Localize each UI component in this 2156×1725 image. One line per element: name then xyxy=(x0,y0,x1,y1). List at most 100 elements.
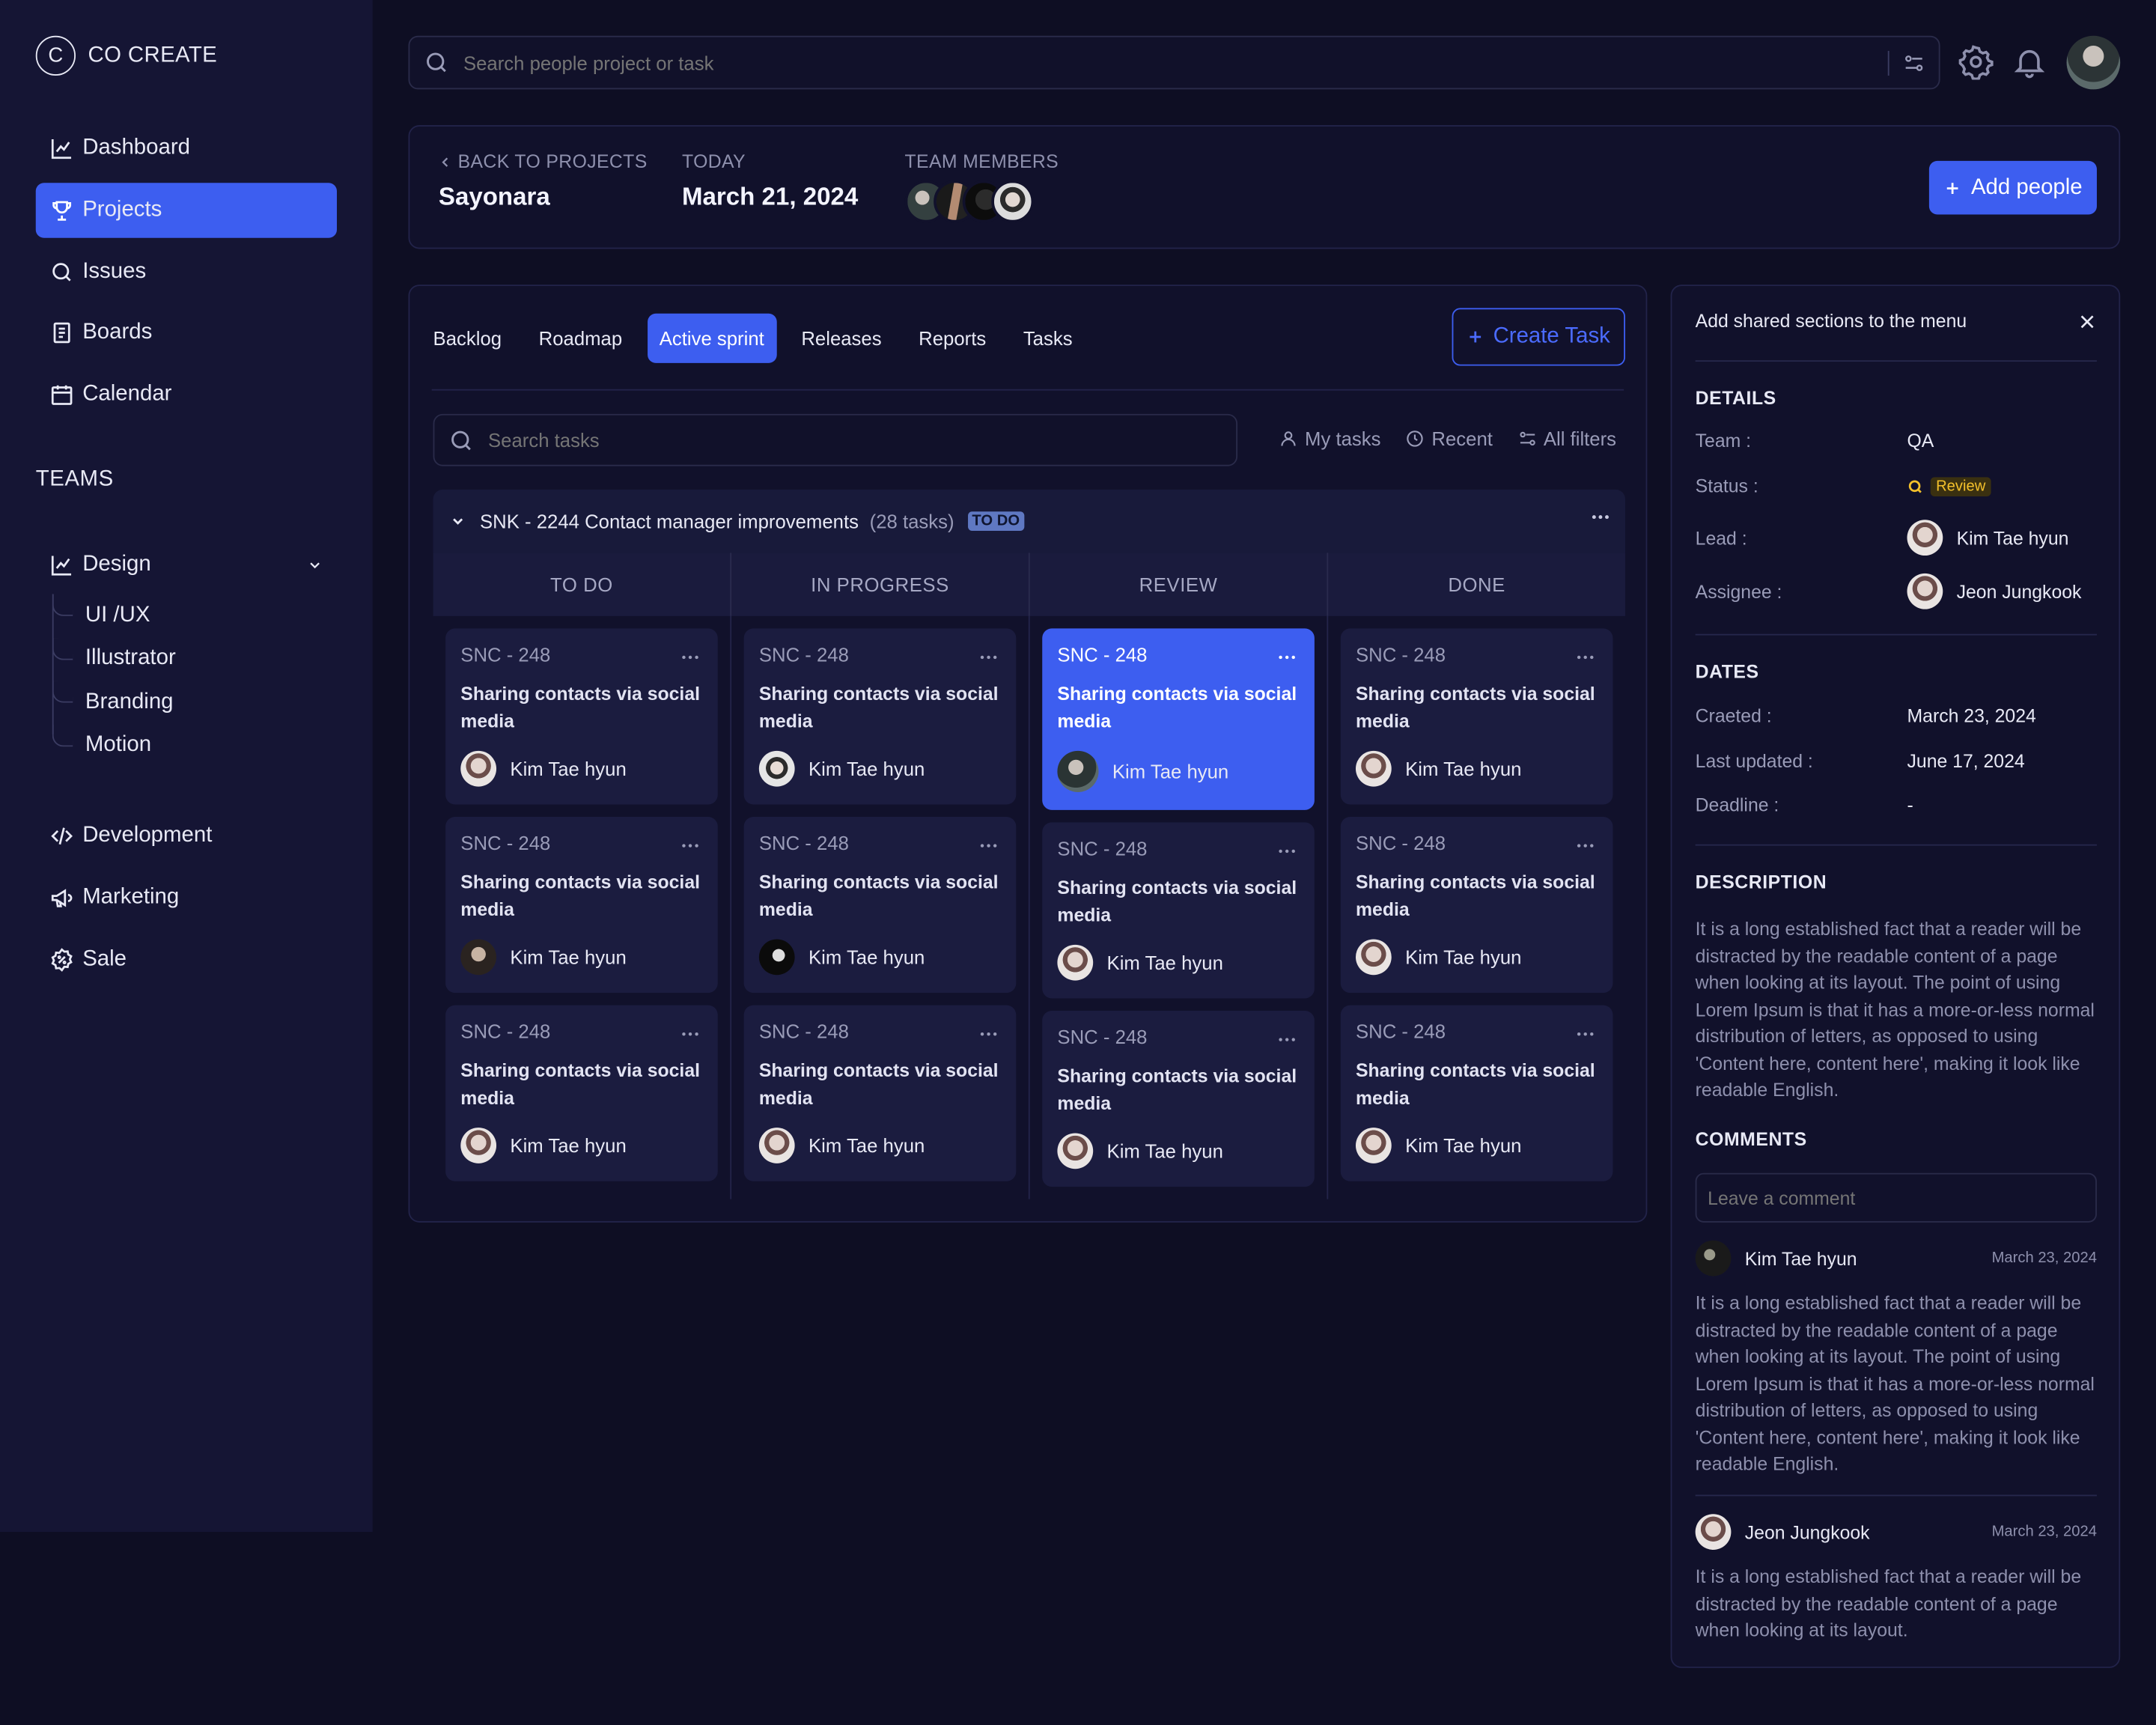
board-columns: SNC - 248 Sharing contacts via social me… xyxy=(433,615,1625,1199)
subteam-motion[interactable]: Motion xyxy=(52,724,327,767)
today-block: TODAY March 21, 2024 xyxy=(682,151,858,212)
user-avatar[interactable] xyxy=(2066,35,2121,90)
task-card-selected[interactable]: SNC - 248 Sharing contacts via social me… xyxy=(1042,628,1315,810)
filter-recent[interactable]: Recent xyxy=(1406,428,1493,450)
back-to-projects-link[interactable]: BACK TO PROJECTS xyxy=(439,151,648,172)
team-design[interactable]: Design xyxy=(36,538,337,592)
more-horizontal-icon[interactable] xyxy=(679,646,701,668)
comment-field[interactable] xyxy=(1695,1172,2097,1223)
tab-active-sprint[interactable]: Active sprint xyxy=(647,313,777,363)
task-card[interactable]: SNC - 248 Sharing contacts via social me… xyxy=(1340,1005,1613,1181)
epic-group-header[interactable]: SNK - 2244 Contact manager improvements … xyxy=(433,489,1625,553)
task-card[interactable]: SNC - 248 Sharing contacts via social me… xyxy=(445,628,718,805)
create-task-button[interactable]: Create Task xyxy=(1452,308,1625,366)
search-icon xyxy=(427,52,446,73)
task-card[interactable]: SNC - 248 Sharing contacts via social me… xyxy=(1042,1010,1315,1187)
add-people-button[interactable]: Add people xyxy=(1928,160,2097,215)
more-horizontal-icon[interactable] xyxy=(1589,506,1611,528)
more-horizontal-icon[interactable] xyxy=(978,646,999,668)
filter-recent-label: Recent xyxy=(1431,428,1493,450)
task-title: Sharing contacts via social media xyxy=(1355,683,1595,731)
avatar[interactable] xyxy=(991,180,1035,223)
more-horizontal-icon[interactable] xyxy=(1276,1029,1297,1050)
task-search[interactable] xyxy=(433,413,1238,466)
team-design-row[interactable]: Design xyxy=(36,538,337,592)
nav-dashboard-label: Dashboard xyxy=(82,136,190,160)
team-sale-label: Sale xyxy=(82,946,127,970)
team-members-avatars[interactable] xyxy=(904,180,1059,223)
global-search[interactable] xyxy=(408,35,1940,90)
task-search-input[interactable] xyxy=(488,429,1204,451)
gear-icon[interactable] xyxy=(1958,44,1994,80)
assignee-label: Assignee : xyxy=(1695,581,1782,602)
task-card[interactable]: SNC - 248 Sharing contacts via social me… xyxy=(743,816,1017,994)
logo[interactable]: C CO CREATE xyxy=(35,35,217,76)
comment-date: March 23, 2024 xyxy=(1991,1524,2097,1541)
nav-dashboard[interactable]: Dashboard xyxy=(36,121,337,176)
nav-issues[interactable]: Issues xyxy=(36,244,337,299)
more-horizontal-icon[interactable] xyxy=(679,1023,701,1045)
created-row: Craeted : March 23, 2024 xyxy=(1696,705,2097,726)
tab-releases[interactable]: Releases xyxy=(789,314,894,363)
comment-input[interactable] xyxy=(1708,1187,2080,1208)
tab-roadmap[interactable]: Roadmap xyxy=(526,314,635,363)
task-card[interactable]: SNC - 248 Sharing contacts via social me… xyxy=(743,1005,1017,1181)
task-filters: My tasks Recent All filters xyxy=(1279,428,1616,450)
project-header: BACK TO PROJECTS Sayonara TODAY March 21… xyxy=(408,125,2121,249)
more-horizontal-icon[interactable] xyxy=(978,1023,999,1045)
more-horizontal-icon[interactable] xyxy=(1276,646,1297,668)
logo-mark: C xyxy=(35,35,76,76)
task-card[interactable]: SNC - 248 Sharing contacts via social me… xyxy=(1042,822,1315,999)
column-header-done: DONE xyxy=(1448,573,1505,596)
filter-settings-icon[interactable] xyxy=(1903,52,1925,74)
design-subteams: UI /UX Illustrator Branding Motion xyxy=(52,594,327,767)
assignee-name: Kim Tae hyun xyxy=(1405,946,1522,969)
task-card[interactable]: SNC - 248 Sharing contacts via social me… xyxy=(743,628,1017,805)
filter-settings-icon xyxy=(1519,431,1535,446)
nav-boards[interactable]: Boards xyxy=(36,305,337,360)
avatar xyxy=(758,750,795,787)
board-tabs: Backlog Roadmap Active sprint Releases R… xyxy=(432,313,1097,363)
subteam-uiux[interactable]: UI /UX xyxy=(52,594,327,637)
more-horizontal-icon[interactable] xyxy=(679,835,701,857)
assignee-name: Kim Tae hyun xyxy=(510,946,627,969)
filter-all[interactable]: All filters xyxy=(1517,428,1616,450)
comments-title: COMMENTS xyxy=(1695,1128,1807,1150)
tab-reports[interactable]: Reports xyxy=(907,314,999,363)
global-search-input[interactable] xyxy=(463,51,1701,74)
tab-backlog[interactable]: Backlog xyxy=(432,314,514,363)
chevron-down-icon[interactable] xyxy=(307,557,323,574)
team-development[interactable]: Development xyxy=(36,809,337,863)
task-card[interactable]: SNC - 248 Sharing contacts via social me… xyxy=(1340,816,1613,994)
task-card[interactable]: SNC - 248 Sharing contacts via social me… xyxy=(445,1005,718,1181)
calendar-icon xyxy=(51,386,73,406)
more-horizontal-icon[interactable] xyxy=(1574,835,1596,857)
team-marketing[interactable]: Marketing xyxy=(36,870,337,925)
comment-author: Jeon Jungkook xyxy=(1744,1521,1870,1542)
description-title: DESCRIPTION xyxy=(1695,871,1827,893)
bell-icon[interactable] xyxy=(2012,44,2047,80)
more-horizontal-icon[interactable] xyxy=(1574,1023,1596,1045)
deadline-value: - xyxy=(1907,794,1913,816)
task-card[interactable]: SNC - 248 Sharing contacts via social me… xyxy=(1340,628,1613,805)
avatar xyxy=(758,1128,795,1163)
subteam-illustrator[interactable]: Illustrator xyxy=(52,637,327,681)
nav-calendar[interactable]: Calendar xyxy=(36,368,337,422)
chevron-down-icon[interactable] xyxy=(450,513,466,529)
close-icon[interactable] xyxy=(2077,312,2097,332)
more-horizontal-icon[interactable] xyxy=(978,835,999,857)
subteam-branding[interactable]: Branding xyxy=(52,681,327,724)
more-horizontal-icon[interactable] xyxy=(1574,646,1596,668)
task-card[interactable]: SNC - 248 Sharing contacts via social me… xyxy=(445,816,718,994)
app-root: C CO CREATE Dashboard Projects Issues Bo… xyxy=(0,0,2156,1724)
tab-tasks[interactable]: Tasks xyxy=(1011,314,1085,363)
lead-row: Lead : Kim Tae hyun xyxy=(1696,520,2097,556)
task-id: SNC - 248 xyxy=(1057,1026,1148,1048)
filter-my-tasks[interactable]: My tasks xyxy=(1279,428,1380,450)
task-detail-panel: Add shared sections to the menu DETAILS … xyxy=(1670,285,2121,1668)
column-header-review: REVIEW xyxy=(1030,553,1329,616)
more-horizontal-icon[interactable] xyxy=(1276,840,1297,862)
team-sale[interactable]: Sale xyxy=(36,932,337,987)
nav-projects[interactable]: Projects xyxy=(35,182,337,238)
avatar xyxy=(758,939,795,976)
